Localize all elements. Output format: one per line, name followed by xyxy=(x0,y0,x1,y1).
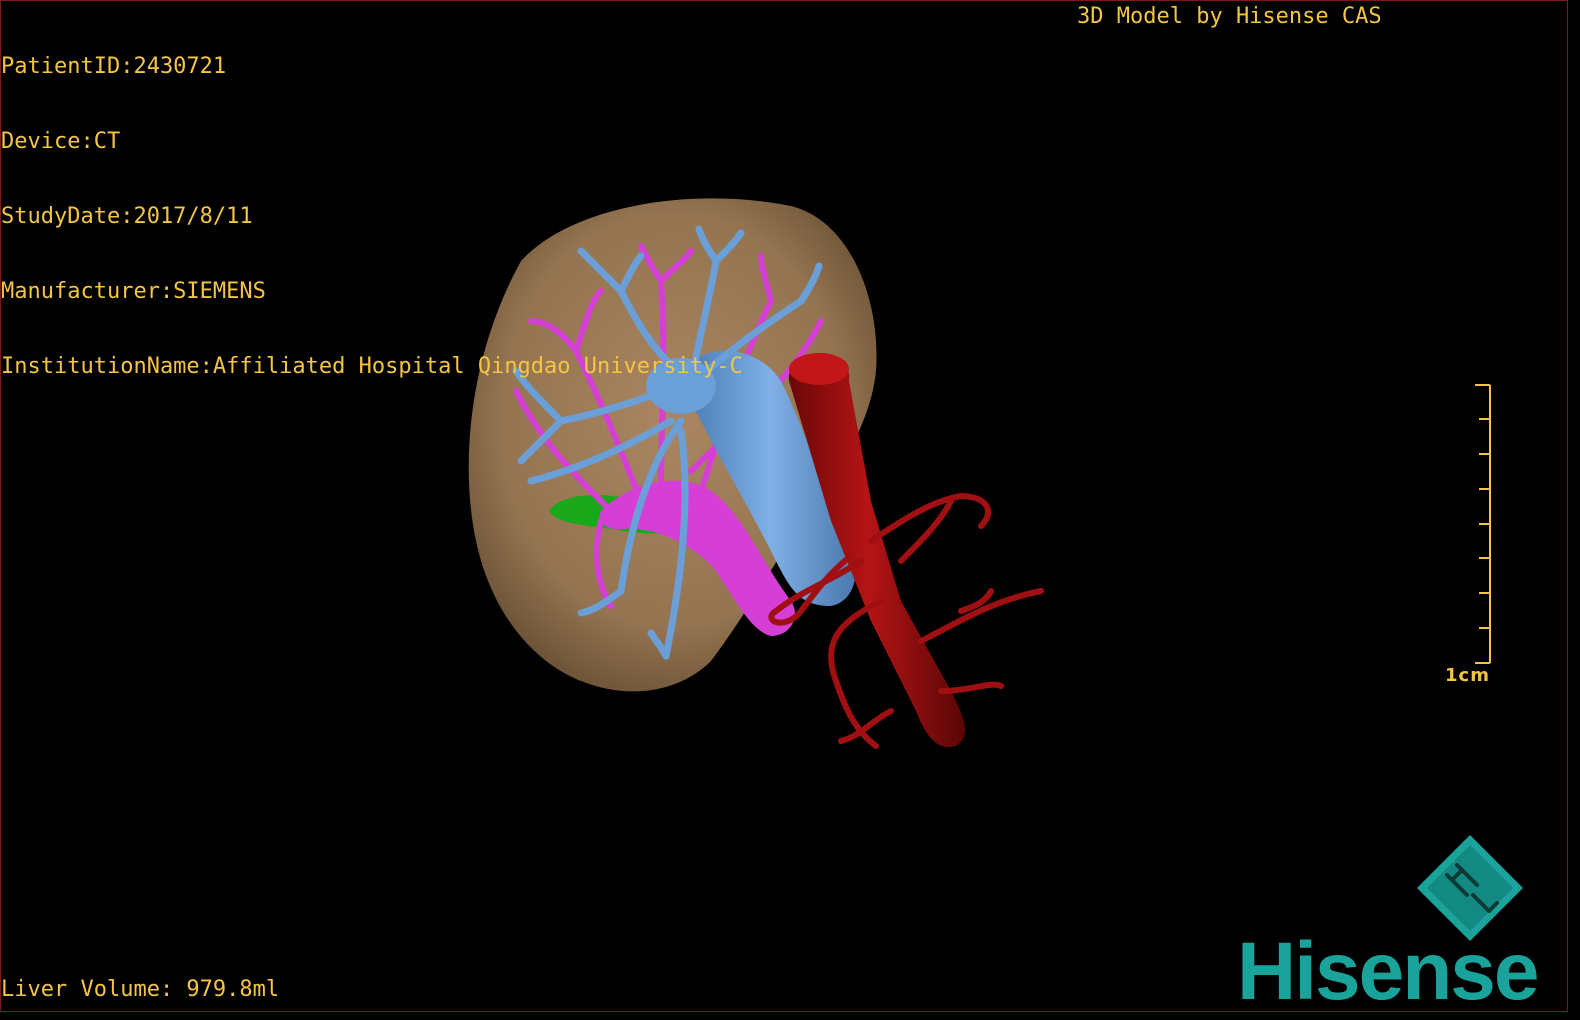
vendor-label: 3D Model by Hisense CAS xyxy=(1077,4,1382,29)
hisense-wordmark-text: Hisense xyxy=(1237,926,1538,1012)
institution-text: InstitutionName:Affiliated Hospital Qing… xyxy=(1,354,743,379)
dicom-info-panel: PatientID:2430721 Device:CT StudyDate:20… xyxy=(1,4,743,429)
liver-volume-text: Liver Volume: 979.8ml xyxy=(1,977,280,1002)
manufacturer-text: Manufacturer:SIEMENS xyxy=(1,279,266,304)
study-date-text: StudyDate:2017/8/11 xyxy=(1,204,253,229)
3d-viewport[interactable]: PatientID:2430721 Device:CT StudyDate:20… xyxy=(0,0,1568,1012)
scale-label: 1cm xyxy=(1445,665,1490,686)
hisense-wordmark: Hisense xyxy=(1237,926,1540,1012)
patient-id-text: PatientID:2430721 xyxy=(1,54,227,79)
scale-bar xyxy=(1475,384,1491,664)
device-text: Device:CT xyxy=(1,129,121,154)
